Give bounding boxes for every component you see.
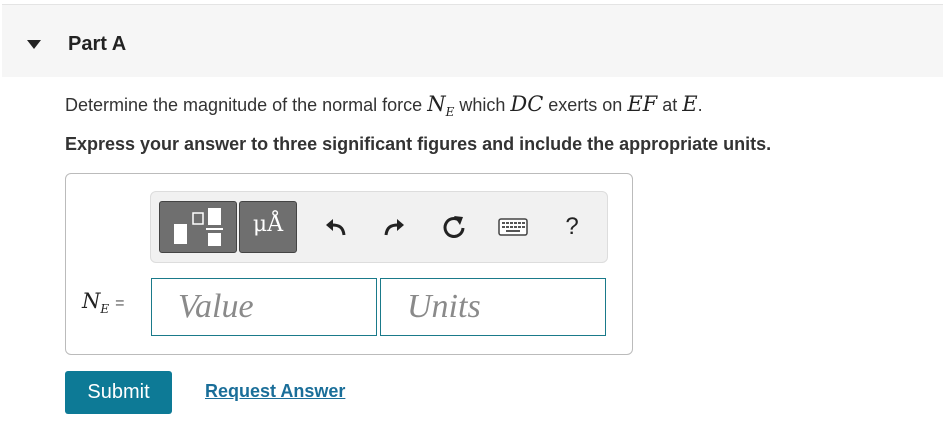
answer-label-symbol: NE [82, 289, 110, 317]
answer-box: μÅ ? NE = Value Units [65, 173, 633, 355]
help-button[interactable]: ? [557, 210, 587, 244]
member1-symbol: DC [510, 92, 544, 116]
question-mid3: at [657, 95, 683, 115]
request-answer-link[interactable]: Request Answer [205, 381, 345, 402]
redo-button[interactable] [379, 210, 409, 244]
units-icon: μÅ [252, 212, 284, 237]
templates-button[interactable] [159, 201, 237, 253]
units-button[interactable]: μÅ [239, 201, 297, 253]
equals-sign: = [115, 295, 125, 312]
collapse-caret-icon[interactable] [27, 40, 41, 49]
templates-icon [174, 208, 223, 246]
help-icon: ? [565, 213, 579, 240]
question-suffix: . [697, 95, 703, 115]
undo-icon [326, 219, 346, 236]
point-symbol: E [682, 92, 698, 116]
part-header[interactable]: Part A [2, 4, 943, 77]
math-toolbar: μÅ ? [150, 191, 608, 263]
answer-label: NE = [82, 289, 124, 316]
submit-button[interactable]: Submit [65, 371, 172, 414]
value-input[interactable]: Value [151, 278, 377, 336]
force-symbol: NE [427, 92, 455, 120]
units-input[interactable]: Units [380, 278, 606, 336]
question-mid1: which [454, 95, 511, 115]
undo-button[interactable] [321, 210, 351, 244]
reset-button[interactable] [439, 210, 469, 244]
keyboard-button[interactable] [495, 210, 531, 244]
keyboard-icon [498, 218, 528, 236]
part-title: Part A [68, 33, 127, 55]
question-text: Determine the magnitude of the normal fo… [65, 92, 703, 119]
question-prefix: Determine the magnitude of the normal fo… [65, 95, 428, 115]
question-mid2: exerts on [543, 95, 628, 115]
member2-symbol: EF [627, 92, 658, 116]
redo-icon [384, 219, 404, 236]
instruction-text: Express your answer to three significant… [65, 134, 772, 154]
reset-icon [443, 216, 465, 238]
